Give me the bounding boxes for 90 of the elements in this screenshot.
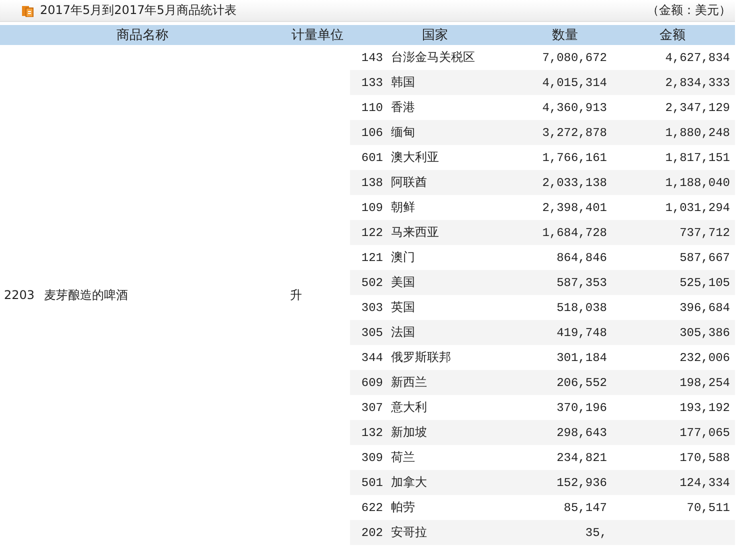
table-cell: 俄罗斯联邦 [391, 350, 451, 364]
table-cell: 737,712 [680, 226, 730, 240]
column-header: 商品名称 [0, 25, 285, 45]
table-cell: 298,643 [556, 426, 607, 440]
table-cell: 133 [361, 76, 383, 90]
table-cell: 荷兰 [391, 450, 415, 464]
table-cell: 韩国 [391, 75, 415, 89]
table-cell: 143 [361, 50, 383, 64]
table-cell: 234,821 [556, 450, 607, 464]
table-cell: 马来西亚 [391, 225, 439, 239]
table-cell: 2203 [4, 288, 35, 302]
report-title: 2017年5月到2017年5月商品统计表 [40, 2, 236, 19]
table-cell: 7,080,672 [542, 50, 607, 64]
table-cell: 152,936 [556, 476, 607, 490]
table-cell: 阿联酋 [391, 175, 427, 189]
document-icon [22, 4, 34, 16]
table-cell: 法国 [391, 325, 415, 339]
table-cell: 澳门 [391, 250, 415, 264]
table-cell: 85,147 [564, 500, 607, 514]
table-cell: 370,196 [556, 400, 607, 414]
table-cell: 587,667 [680, 250, 730, 264]
table-cell: 303 [361, 300, 383, 314]
table-cell: 122 [361, 226, 383, 240]
table-cell: 601 [361, 150, 383, 164]
table-cell: 帕劳 [391, 500, 415, 514]
table-cell: 意大利 [391, 400, 427, 414]
table-cell: 396,684 [680, 300, 730, 314]
table-cell: 193,192 [680, 400, 730, 414]
table-cell: 419,748 [556, 326, 607, 340]
table-cell: 4,627,834 [665, 50, 730, 64]
currency-note: （金额：美元） [647, 2, 731, 19]
table-cell: 198,254 [680, 376, 730, 390]
table-cell: 1,766,161 [542, 150, 607, 164]
table-cell: 525,105 [680, 276, 730, 290]
table-cell: 587,353 [556, 276, 607, 290]
table-cell: 106 [361, 126, 383, 140]
table-cell: 2,347,129 [665, 100, 730, 114]
column-header: 金额 [610, 25, 735, 45]
table-cell: 3,272,878 [542, 126, 607, 140]
table-cell: 台澎金马关税区 [391, 50, 475, 64]
table-cell: 4,360,913 [542, 100, 607, 114]
table-cell: 307 [361, 400, 383, 414]
table-cell: 1,684,728 [542, 226, 607, 240]
column-header: 国家 [350, 25, 520, 45]
table-cell: 2,834,333 [665, 76, 730, 90]
table-cell: 622 [361, 500, 383, 514]
table-cell: 澳大利亚 [391, 150, 439, 164]
column-header: 数量 [520, 25, 610, 45]
table-cell: 1,188,040 [665, 176, 730, 190]
table-cell: 206,552 [556, 376, 607, 390]
table-cell: 1,031,294 [665, 200, 730, 214]
table-cell: 305,386 [680, 326, 730, 340]
table-cell: 305 [361, 326, 383, 340]
table-cell: 138 [361, 176, 383, 190]
table-cell: 缅甸 [391, 125, 415, 139]
table-cell: 朝鲜 [391, 200, 415, 214]
table-cell: 132 [361, 426, 383, 440]
table-cell: 124,334 [680, 476, 730, 490]
table-cell: 177,065 [680, 426, 730, 440]
table-cell: 升 [290, 288, 302, 302]
table-cell: 121 [361, 250, 383, 264]
table-cell: 518,038 [556, 300, 607, 314]
table-cell: 864,846 [556, 250, 607, 264]
table-cell: 344 [361, 350, 383, 364]
table-cell: 麦芽酿造的啤酒 [44, 288, 128, 302]
column-header: 计量单位 [285, 25, 350, 45]
table-cell: 501 [361, 476, 383, 490]
table-cell: 1,817,151 [665, 150, 730, 164]
table-cell: 英国 [391, 300, 415, 314]
table-cell: 美国 [391, 275, 415, 289]
table-cell: 232,006 [680, 350, 730, 364]
table-cell: 加拿大 [391, 475, 427, 489]
table-cell: 1,880,248 [665, 126, 730, 140]
table-cell: 309 [361, 450, 383, 464]
table-cell: 202 [361, 526, 383, 540]
table-cell: 2,033,138 [542, 176, 607, 190]
table-cell: 502 [361, 276, 383, 290]
table-cell: 4,015,314 [542, 76, 607, 90]
table-cell: 109 [361, 200, 383, 214]
table-cell: 新加坡 [391, 425, 427, 439]
table-cell: 安哥拉 [391, 525, 427, 539]
table-cell: 70,511 [686, 500, 730, 514]
table-cell: 170,588 [680, 450, 730, 464]
table-cell: 新西兰 [391, 375, 427, 389]
table-cell: 301,184 [556, 350, 607, 364]
table-cell: 2,398,401 [542, 200, 607, 214]
table-cell: 35, [585, 526, 607, 540]
table-cell: 609 [361, 376, 383, 390]
table-cell: 110 [361, 100, 383, 114]
table-cell: 香港 [391, 100, 415, 114]
